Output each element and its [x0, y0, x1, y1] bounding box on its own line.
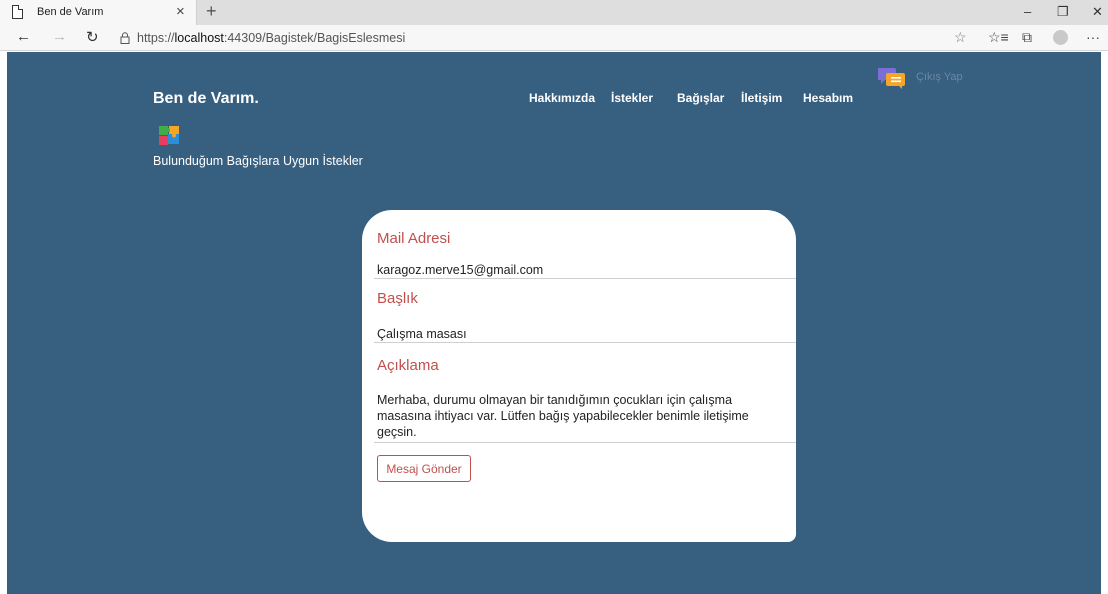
- request-card: Mail Adresi karagoz.merve15@gmail.com Ba…: [362, 210, 796, 542]
- minimize-button[interactable]: –: [1024, 4, 1031, 19]
- nav-item-bagislar[interactable]: Bağışlar: [677, 91, 724, 105]
- mail-value: karagoz.merve15@gmail.com: [377, 263, 544, 277]
- nav-item-hakkimizda[interactable]: Hakkımızda: [529, 91, 595, 105]
- logout-link[interactable]: Çıkış Yap: [916, 71, 963, 83]
- title-label: Başlık: [377, 290, 418, 307]
- back-arrow-icon[interactable]: ←: [16, 28, 31, 45]
- address-bar: ← → ↻ https://localhost:44309/Bagistek/B…: [0, 25, 1108, 51]
- tab-close-icon[interactable]: ×: [176, 3, 185, 20]
- close-window-button[interactable]: ✕: [1092, 4, 1103, 20]
- nav-item-hesabim[interactable]: Hesabım: [803, 91, 853, 105]
- divider: [374, 278, 796, 279]
- puzzle-icon: [159, 126, 179, 145]
- new-tab-button[interactable]: +: [206, 1, 217, 22]
- browser-tab[interactable]: Ben de Varım ×: [0, 0, 197, 25]
- description-value: Merhaba, durumu olmayan bir tanıdığımın …: [377, 393, 749, 439]
- favorites-list-icon[interactable]: ☆≡: [988, 29, 1009, 46]
- page-subtitle: Bulunduğum Bağışlara Uygun İstekler: [153, 154, 363, 168]
- profile-avatar-icon[interactable]: [1053, 30, 1068, 45]
- page-icon: [12, 5, 23, 19]
- lock-icon: [120, 32, 130, 44]
- url-path: :44309/Bagistek/BagisEslesmesi: [223, 31, 406, 45]
- divider: [374, 442, 796, 443]
- nav-item-iletisim[interactable]: İletişim: [741, 91, 782, 105]
- favorite-star-icon[interactable]: ☆: [954, 29, 967, 46]
- description-label: Açıklama: [377, 357, 439, 374]
- tab-title: Ben de Varım: [37, 6, 104, 18]
- tab-strip: Ben de Varım × + – ❐ ✕: [0, 0, 1108, 25]
- url-prefix: https://: [137, 31, 175, 45]
- url-field[interactable]: https://localhost:44309/Bagistek/BagisEs…: [137, 31, 405, 45]
- send-message-button[interactable]: Mesaj Gönder: [377, 455, 471, 482]
- url-host: localhost: [174, 31, 224, 45]
- nav-item-istekler[interactable]: İstekler: [611, 91, 653, 105]
- more-menu-icon[interactable]: ···: [1086, 29, 1100, 45]
- collections-icon[interactable]: ⧉: [1022, 29, 1032, 46]
- chat-bubbles-icon[interactable]: [878, 66, 906, 90]
- brand-logo[interactable]: Ben de Varım.: [153, 90, 259, 108]
- page-body: Ben de Varım. Hakkımızda İstekler Bağışl…: [7, 52, 1101, 594]
- title-value: Çalışma masası: [377, 327, 467, 341]
- forward-arrow-icon[interactable]: →: [52, 28, 67, 45]
- divider: [374, 342, 796, 343]
- restore-button[interactable]: ❐: [1057, 4, 1069, 20]
- mail-label: Mail Adresi: [377, 230, 451, 247]
- refresh-icon[interactable]: ↻: [86, 28, 99, 46]
